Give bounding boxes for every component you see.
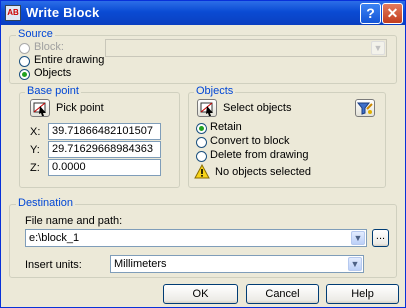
z-coordinate-input[interactable]: 0.0000 <box>48 159 161 176</box>
select-objects-label: Select objects <box>223 102 292 114</box>
title-bar[interactable]: AB Write Block ? ✕ <box>1 1 405 25</box>
source-label: Source <box>16 28 55 40</box>
base-point-label: Base point <box>25 85 81 97</box>
file-path-combo[interactable]: e:\block_1 ▼ <box>25 229 367 247</box>
browse-button[interactable]: ... <box>372 229 389 247</box>
select-objects-icon <box>200 102 213 116</box>
cancel-button[interactable]: Cancel <box>246 284 319 304</box>
close-button[interactable]: ✕ <box>382 3 403 24</box>
warning-icon <box>194 164 210 179</box>
objects-radio[interactable] <box>19 69 30 80</box>
z-label: Z: <box>30 162 40 174</box>
app-icon: AB <box>5 5 21 21</box>
quick-select-button[interactable] <box>355 99 375 117</box>
convert-to-block-radio[interactable] <box>196 137 207 148</box>
destination-label: Destination <box>16 197 76 209</box>
y-label: Y: <box>30 144 40 156</box>
pick-point-label: Pick point <box>56 102 104 114</box>
y-coordinate-input[interactable]: 29.71629668984363 <box>48 141 161 158</box>
file-name-label: File name and path: <box>25 215 123 227</box>
block-select: ▼ <box>105 39 387 57</box>
insert-units-label: Insert units: <box>25 259 82 271</box>
pick-point-button[interactable] <box>30 99 50 117</box>
delete-from-drawing-label[interactable]: Delete from drawing <box>210 149 308 161</box>
x-label: X: <box>30 126 41 138</box>
window-title: Write Block <box>26 5 100 20</box>
delete-from-drawing-radio[interactable] <box>196 151 207 162</box>
convert-to-block-label[interactable]: Convert to block <box>210 135 289 147</box>
entire-drawing-radio[interactable] <box>19 56 30 67</box>
chevron-down-icon[interactable]: ▼ <box>351 231 365 245</box>
retain-radio[interactable] <box>196 123 207 134</box>
objects-group-label: Objects <box>194 85 236 97</box>
entire-drawing-label[interactable]: Entire drawing <box>34 54 104 66</box>
quick-select-filter-icon <box>356 102 373 115</box>
pick-point-icon <box>33 102 46 116</box>
objects-label[interactable]: Objects <box>34 67 71 79</box>
chevron-down-icon: ▼ <box>371 41 385 55</box>
title-help-button[interactable]: ? <box>360 3 381 24</box>
block-radio[interactable] <box>19 43 30 54</box>
block-label: Block: <box>34 41 64 53</box>
insert-units-select[interactable]: Millimeters ▼ <box>110 255 364 273</box>
select-objects-button[interactable] <box>197 99 217 117</box>
chevron-down-icon[interactable]: ▼ <box>348 257 362 271</box>
help-button[interactable]: Help <box>326 284 399 304</box>
insert-units-value: Millimeters <box>114 258 167 270</box>
ok-button[interactable]: OK <box>163 284 238 304</box>
x-coordinate-input[interactable]: 39.71866482101507 <box>48 123 161 140</box>
warning-text: No objects selected <box>215 166 311 178</box>
file-path-value: e:\block_1 <box>29 232 80 244</box>
retain-label[interactable]: Retain <box>210 121 242 133</box>
write-block-dialog: AB Write Block ? ✕ Source Block: ▼ Entir… <box>0 0 406 308</box>
